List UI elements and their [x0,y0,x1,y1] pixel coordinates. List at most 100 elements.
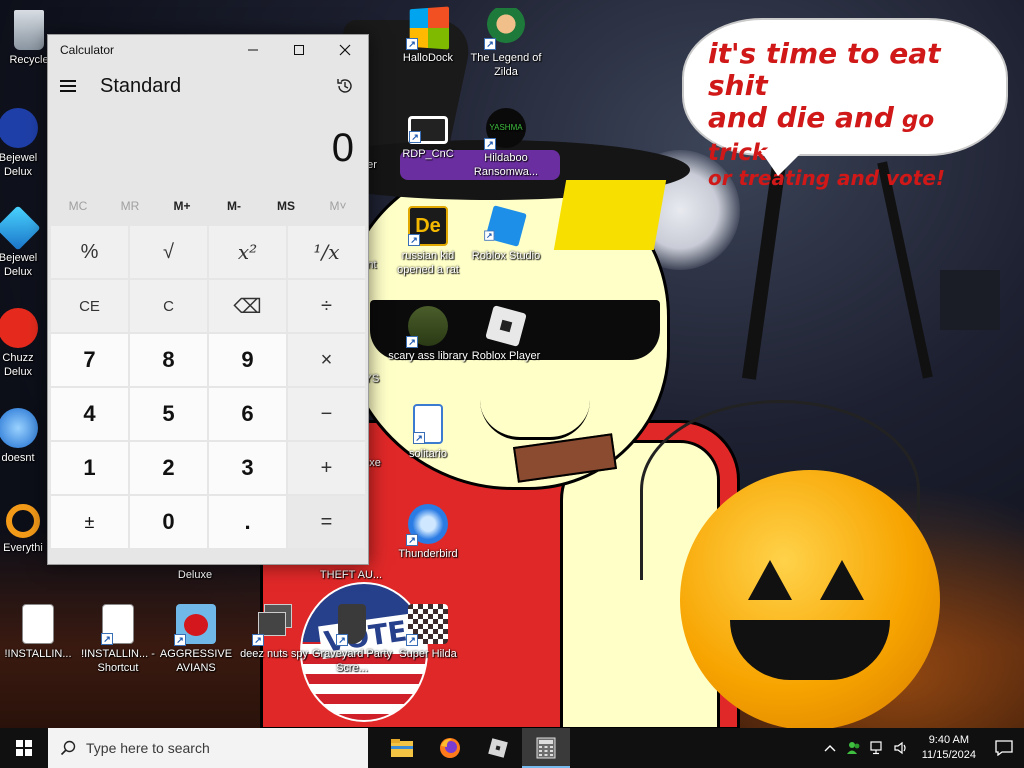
minimize-button[interactable] [230,35,276,65]
subtract-button[interactable]: − [288,388,365,440]
desktop-icon-thunderbird[interactable]: ↗ Thunderbird [386,504,470,561]
taskbar-calculator[interactable] [522,728,570,768]
memory-store-button[interactable]: MS [260,189,312,223]
roblox-player-icon [485,305,527,347]
digit-3-button[interactable]: 3 [209,442,286,494]
desktop-icon-roblox-player[interactable]: Roblox Player [464,305,548,363]
digit-9-button[interactable]: 9 [209,334,286,386]
digit-8-button[interactable]: 8 [130,334,207,386]
hair-yellow [553,180,667,250]
show-hidden-icons-button[interactable] [818,728,842,768]
start-button[interactable] [0,728,48,768]
desktop-icon-doesnt[interactable]: doesnt [0,408,48,465]
backspace-button[interactable]: ⌫ [209,280,286,332]
square-button[interactable]: x² [209,226,286,278]
taskbar-search-box[interactable] [48,728,368,768]
memory-recall-button[interactable]: MR [104,189,156,223]
digit-4-button[interactable]: 4 [51,388,128,440]
decimal-button[interactable]: . [209,496,286,548]
clear-entry-button[interactable]: CE [51,280,128,332]
desktop-icon-graveyard-party[interactable]: ↗ Graveyard Party Scre... [310,604,394,675]
desktop-icon-hallodock[interactable]: ↗ HalloDock [386,6,470,65]
stacked-windows-icon: ↗ [252,604,294,646]
window-title: Calculator [60,43,115,57]
title-bar[interactable]: Calculator [48,35,368,65]
desktop-icon-gta[interactable]: THEFT AU... [306,568,396,582]
minimize-icon [248,49,258,51]
desktop-icon-installing[interactable]: !INSTALLIN... [0,604,80,661]
digit-1-button[interactable]: 1 [51,442,128,494]
speech-line-1: it's time to eat shit [708,37,941,103]
angry-birds-icon: ↗ [174,604,216,646]
desktop-icon-rdp-cnc[interactable]: ↗ RDP_CnC [386,108,470,161]
desktop-icon-scary-library[interactable]: ↗ scary ass library [386,306,470,363]
people-tray-button[interactable] [842,728,866,768]
desktop-icon-roblox-studio[interactable]: ↗ Roblox Studio [464,205,548,263]
network-icon [870,741,882,755]
desktop-icon-bejeweled[interactable]: Bejewel Delux [0,108,48,179]
roblox-studio-icon: ↗ [484,205,527,247]
clock-time: 9:40 AM [928,734,970,746]
percent-button[interactable]: % [51,226,128,278]
digit-2-button[interactable]: 2 [130,442,207,494]
taskbar-file-explorer[interactable] [378,728,426,768]
equals-button[interactable]: = [288,496,365,548]
windows-start-icon [16,740,32,756]
desktop-icon-chuzzle[interactable]: Chuzz Delux [0,308,48,379]
desktop-icon-super-hilda[interactable]: ↗ Super Hilda [386,604,470,661]
desktop-icon-bejeweled-2[interactable]: Bejewel Delux [0,205,48,279]
chuzzle-icon [0,308,38,348]
close-icon [339,44,351,56]
desktop-icon-legend-of-zilda[interactable]: ↗ The Legend of Zilda [464,8,548,79]
desktop-icon-installing-shortcut[interactable]: ↗ !INSTALLIN... - Shortcut [76,604,160,675]
everything-search-icon [6,504,40,538]
taskbar-firefox[interactable] [426,728,474,768]
firefox-icon [440,738,460,758]
taskbar-clock[interactable]: 9:40 AM 11/15/2024 [914,733,984,763]
shortcut-arrow-icon: ↗ [406,38,418,50]
search-input[interactable] [86,740,346,756]
memory-add-button[interactable]: M+ [156,189,208,223]
volume-tray-button[interactable] [890,728,914,768]
maximize-icon [294,45,304,55]
calculator-header: Standard [48,65,368,107]
speech-line-3: or treating and vote! [708,165,946,190]
desktop-icon-hildaboo-ransomware[interactable]: YASHMA ↗ Hildaboo Ransomwa... [464,108,548,179]
multiply-button[interactable]: × [288,334,365,386]
square-root-button[interactable]: √ [130,226,207,278]
close-button[interactable] [322,35,368,65]
memory-list-button[interactable]: M˅ [312,189,364,223]
desktop-icon-deluxe[interactable]: Deluxe [150,568,240,582]
solitaire-icon: ↗ [413,404,443,444]
digit-5-button[interactable]: 5 [130,388,207,440]
divide-button[interactable]: ÷ [288,280,365,332]
clear-button[interactable]: C [130,280,207,332]
network-tray-button[interactable] [866,728,890,768]
people-icon [846,742,860,754]
maximize-button[interactable] [276,35,322,65]
hamburger-menu-icon[interactable] [60,80,78,92]
calculator-window[interactable]: Calculator Standard 0 MC MR M+ M- MS M˅ … [47,34,369,565]
castle-silhouette [940,270,1000,330]
bejeweled-icon [0,108,38,148]
add-button[interactable]: + [288,442,365,494]
taskbar-roblox[interactable] [474,728,522,768]
digit-7-button[interactable]: 7 [51,334,128,386]
memory-clear-button[interactable]: MC [52,189,104,223]
digit-0-button[interactable]: 0 [130,496,207,548]
desktop-icon-solitario[interactable]: ↗ solitario [386,404,470,461]
desktop-icon-russian-kid[interactable]: De ↗ russian kid opened a rat [386,206,470,277]
action-center-button[interactable] [984,728,1024,768]
rdp-monitor-icon: ↗ [408,116,448,144]
reciprocal-button[interactable]: ¹/x [288,226,365,278]
negate-button[interactable]: ± [51,496,128,548]
history-icon[interactable] [334,75,356,97]
search-icon [60,740,76,756]
pumpkin-eye [748,560,792,600]
roblox-icon [488,738,508,758]
memory-subtract-button[interactable]: M- [208,189,260,223]
desktop-icon-deez-nuts-spy[interactable]: ↗ deez nuts spy [232,604,316,661]
desktop-icon-aggressive-avians[interactable]: ↗ AGGRESSIVE AVIANS [154,604,238,675]
dead-tree [877,161,933,379]
digit-6-button[interactable]: 6 [209,388,286,440]
